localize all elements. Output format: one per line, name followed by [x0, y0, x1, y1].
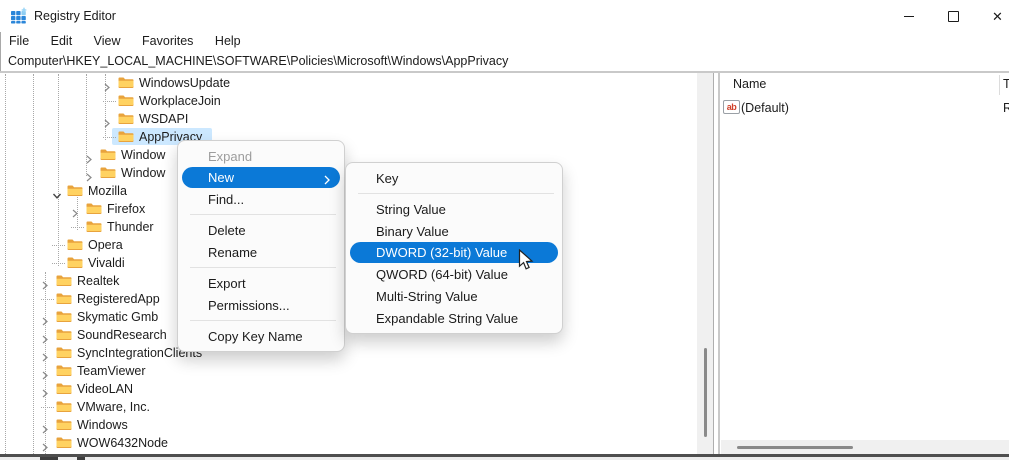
menubar-item-view[interactable]: View — [85, 32, 130, 48]
menu-bar: File Edit View Favorites Help — [0, 32, 1009, 51]
values-horizontal-scrollbar-thumb[interactable] — [737, 446, 853, 449]
tree-vertical-scrollbar[interactable] — [697, 73, 713, 454]
tree-item-teamviewer[interactable]: TeamViewer — [0, 362, 697, 380]
maximize-icon — [948, 11, 959, 22]
menu-separator — [190, 267, 336, 268]
tree-item-window[interactable]: Window — [0, 146, 697, 164]
column-header-type[interactable]: Type — [1003, 77, 1009, 91]
panel-splitter[interactable] — [713, 73, 721, 454]
menubar-item-file[interactable]: File — [0, 32, 38, 48]
tree-item-label: WorkplaceJoin — [139, 94, 221, 108]
menu-separator — [190, 214, 336, 215]
tree-item-label: Window — [121, 148, 165, 162]
tree-item-windows[interactable]: Windows — [0, 416, 697, 434]
tree-connector — [103, 101, 116, 102]
value-name: (Default) — [741, 101, 789, 115]
values-horizontal-scrollbar[interactable] — [721, 440, 1009, 454]
menu-item-delete[interactable]: Delete — [178, 219, 344, 241]
tree-item-label: Windows — [77, 418, 128, 432]
menu-separator — [358, 193, 554, 194]
registry-editor-window: Registry Editor ✕ File Edit View Favorit… — [0, 0, 1009, 460]
tree-item-label: Mozilla — [88, 184, 127, 198]
menubar-item-edit[interactable]: Edit — [42, 32, 82, 48]
tree-item-wow6432node[interactable]: WOW6432Node — [0, 434, 697, 452]
tree-item-appprivacy[interactable]: AppPrivacy — [0, 128, 697, 146]
window-title: Registry Editor — [34, 9, 116, 23]
menu-item-new[interactable]: New — [182, 167, 340, 188]
tree-item-label: WSDAPI — [139, 112, 188, 126]
tree-item-label: Realtek — [77, 274, 119, 288]
tree-item-label: Vivaldi — [88, 256, 125, 270]
tree-item-label: WOW6432Node — [77, 436, 168, 450]
context-menu: ExpandNewFind... DeleteRename ExportPermis… — [177, 140, 345, 352]
submenu-item-key[interactable]: Key — [346, 167, 562, 189]
tree-connector — [103, 137, 116, 138]
registry-editor-app-icon — [10, 7, 27, 29]
mouse-cursor — [518, 249, 535, 277]
submenu-arrow-icon — [324, 173, 330, 188]
tree-item-label: Skymatic Gmb — [77, 310, 158, 324]
address-bar[interactable]: Computer\HKEY_LOCAL_MACHINE\SOFTWARE\Pol… — [0, 51, 1009, 71]
new-submenu: KeyString ValueBinary ValueDWORD (32-bit… — [345, 162, 563, 334]
menu-item-copy-key-name[interactable]: Copy Key Name — [178, 325, 344, 347]
tree-item-videolan[interactable]: VideoLAN — [0, 380, 697, 398]
tree-item-label: Opera — [88, 238, 123, 252]
tree-item-vmware-inc[interactable]: VMware, Inc. — [0, 398, 697, 416]
tree-item-label: RegisteredApp — [77, 292, 160, 306]
submenu-item-multi-string-value[interactable]: Multi-String Value — [346, 285, 562, 307]
maximize-button[interactable] — [931, 0, 976, 32]
menu-item-export[interactable]: Export — [178, 272, 344, 294]
tree-connector — [41, 407, 54, 408]
tree-connector — [52, 245, 65, 246]
menu-item-rename[interactable]: Rename — [178, 241, 344, 263]
submenu-item-binary-value[interactable]: Binary Value — [346, 220, 562, 242]
close-button[interactable]: ✕ — [975, 0, 1009, 32]
tree-item-label: WindowsUpdate — [139, 76, 230, 90]
tree-item-label: Thunder — [107, 220, 154, 234]
menubar-item-favorites[interactable]: Favorites — [133, 32, 202, 48]
title-bar: Registry Editor ✕ — [0, 0, 1009, 32]
column-header-name[interactable]: Name — [733, 77, 766, 91]
value-row-default[interactable]: ab (Default) REG_SZ — [721, 99, 1009, 117]
values-panel: Name Type ab (Default) REG_SZ — [721, 73, 1009, 440]
submenu-item-string-value[interactable]: String Value — [346, 198, 562, 220]
minimize-button[interactable] — [886, 0, 931, 32]
minimize-icon — [904, 16, 914, 17]
tree-item-label: TeamViewer — [77, 364, 146, 378]
menu-item-find[interactable]: Find... — [178, 188, 344, 210]
tree-item-label: SoundResearch — [77, 328, 167, 342]
tree-vertical-scrollbar-thumb[interactable] — [704, 348, 707, 437]
tree-item-label: VideoLAN — [77, 382, 133, 396]
tree-connector — [71, 227, 84, 228]
tree-item-windowsupdate[interactable]: WindowsUpdate — [0, 74, 697, 92]
tree-item-label: Window — [121, 166, 165, 180]
tree-item-label: Firefox — [107, 202, 145, 216]
menu-item-expand: Expand — [178, 145, 344, 167]
string-value-icon: ab — [723, 100, 740, 114]
value-type: REG_SZ — [1003, 101, 1009, 115]
menu-separator — [190, 320, 336, 321]
tree-item-syncintegrationclients[interactable]: SyncIntegrationClients — [0, 344, 697, 362]
tree-connector — [41, 299, 54, 300]
tree-connector — [52, 263, 65, 264]
submenu-item-expandable-string-value[interactable]: Expandable String Value — [346, 307, 562, 329]
tree-item-wsdapi[interactable]: WSDAPI — [0, 110, 697, 128]
menubar-item-help[interactable]: Help — [206, 32, 250, 48]
close-icon: ✕ — [992, 10, 1003, 23]
tree-item-workplacejoin[interactable]: WorkplaceJoin — [0, 92, 697, 110]
tree-item-label: VMware, Inc. — [77, 400, 150, 414]
column-separator[interactable] — [999, 75, 1000, 95]
menu-item-permissions[interactable]: Permissions... — [178, 294, 344, 316]
